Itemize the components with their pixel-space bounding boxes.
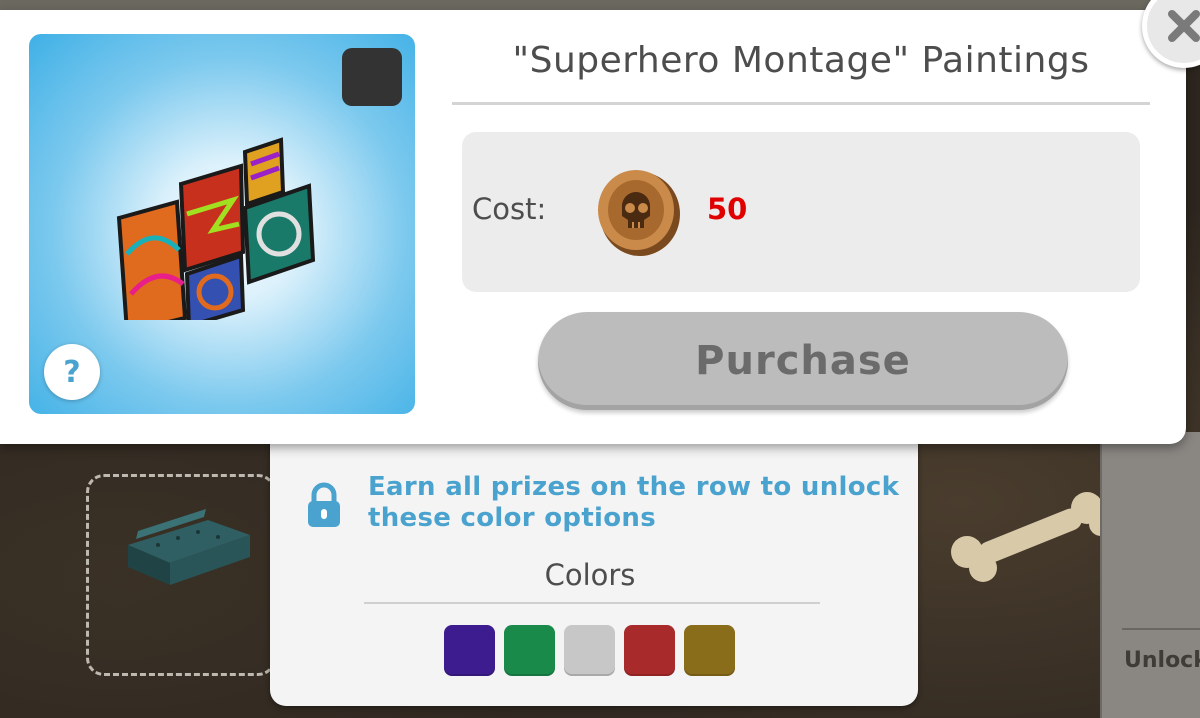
side-panel-unlock-label[interactable]: Unlock <box>1124 648 1200 673</box>
color-swatch-green[interactable] <box>504 625 555 676</box>
bone-icon <box>951 492 1113 582</box>
title-divider <box>452 102 1150 105</box>
cost-label: Cost: <box>472 192 547 226</box>
unlock-message: Earn all prizes on the row to unlock the… <box>368 472 900 533</box>
color-swatch-light-gray[interactable] <box>564 625 615 676</box>
item-preview: ? <box>29 34 415 414</box>
close-button[interactable] <box>1142 0 1200 68</box>
color-swatch-red[interactable] <box>624 625 675 676</box>
color-swatches <box>444 625 735 676</box>
purchase-button[interactable]: Purchase <box>538 312 1068 410</box>
sofa-icon <box>128 509 250 585</box>
color-swatch-gold[interactable] <box>684 625 735 676</box>
side-panel <box>1100 432 1200 718</box>
close-icon <box>1168 10 1200 42</box>
superhero-paintings-image <box>116 137 316 320</box>
lock-icon <box>308 482 340 527</box>
item-title: "Superhero Montage" Paintings <box>512 40 1090 81</box>
help-button[interactable]: ? <box>44 344 100 400</box>
item-purchase-modal: ? "Superhero Montage" Paintings Cost: 50… <box>0 0 1200 444</box>
side-panel-divider <box>1122 628 1200 630</box>
background-top-strip <box>0 0 1200 10</box>
cost-box: Cost: 50 <box>462 132 1140 292</box>
color-swatch-purple[interactable] <box>444 625 495 676</box>
colors-title: Colors <box>544 558 636 592</box>
colors-divider <box>364 602 820 604</box>
skull-coin-icon <box>598 170 680 256</box>
cost-value: 50 <box>707 192 748 226</box>
colors-panel: Earn all prizes on the row to unlock the… <box>270 400 918 706</box>
selected-color-indicator[interactable] <box>342 48 402 106</box>
